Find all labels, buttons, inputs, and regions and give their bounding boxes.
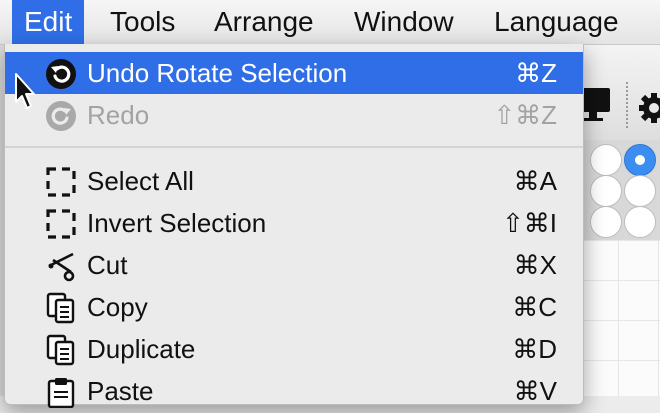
menu-item-undo[interactable]: Undo Rotate Selection ⌘Z bbox=[5, 52, 583, 94]
color-swatch[interactable] bbox=[590, 175, 622, 207]
menu-language[interactable]: Language bbox=[482, 0, 631, 44]
shortcut: ⌘C bbox=[512, 292, 557, 322]
edit-menu-dropdown: Undo Rotate Selection ⌘Z Redo ⇧⌘Z Select… bbox=[4, 44, 584, 409]
redo-icon bbox=[45, 100, 77, 132]
color-swatch[interactable] bbox=[590, 206, 622, 238]
toolbar-separator bbox=[626, 82, 628, 128]
shortcut: ⌘Z bbox=[515, 58, 557, 88]
menu-item-duplicate[interactable]: Duplicate ⌘D bbox=[5, 328, 583, 370]
shortcut: ⌘D bbox=[512, 334, 557, 364]
menu-item-label: Cut bbox=[87, 250, 128, 280]
menu-separator bbox=[5, 146, 583, 148]
canvas-area[interactable] bbox=[578, 240, 660, 396]
paste-icon bbox=[45, 376, 77, 409]
menu-item-label: Select All bbox=[87, 166, 194, 196]
menu-item-redo[interactable]: Redo ⇧⌘Z bbox=[5, 94, 583, 136]
menu-item-invert-selection[interactable]: Invert Selection ⇧⌘I bbox=[5, 202, 583, 244]
select-all-icon bbox=[45, 166, 77, 198]
shortcut: ⌘A bbox=[513, 166, 557, 196]
menu-edit[interactable]: Edit bbox=[12, 0, 85, 44]
menu-item-copy[interactable]: Copy ⌘C bbox=[5, 286, 583, 328]
menu-item-label: Paste bbox=[87, 376, 154, 406]
menu-bar: Edit Tools Arrange Window Language bbox=[0, 0, 660, 45]
undo-icon bbox=[45, 58, 77, 90]
menu-arrange[interactable]: Arrange bbox=[202, 0, 326, 44]
scissors-icon bbox=[45, 250, 77, 282]
menu-item-label: Duplicate bbox=[87, 334, 196, 364]
menu-item-label: Undo Rotate Selection bbox=[87, 58, 348, 88]
color-swatch[interactable] bbox=[624, 175, 656, 207]
shortcut: ⌘V bbox=[513, 376, 557, 406]
color-swatch[interactable] bbox=[624, 206, 656, 238]
menu-item-label: Copy bbox=[87, 292, 148, 322]
menu-window[interactable]: Window bbox=[342, 0, 466, 44]
color-swatch[interactable] bbox=[590, 144, 622, 176]
invert-selection-icon bbox=[45, 208, 77, 240]
menu-item-cut[interactable]: Cut ⌘X bbox=[5, 244, 583, 286]
gear-icon[interactable] bbox=[638, 92, 660, 129]
mouse-cursor-icon bbox=[14, 72, 38, 117]
menu-item-select-all[interactable]: Select All ⌘A bbox=[5, 160, 583, 202]
menu-item-label: Invert Selection bbox=[87, 208, 267, 238]
menu-item-label: Redo bbox=[87, 100, 150, 130]
shortcut: ⇧⌘Z bbox=[493, 100, 557, 130]
color-swatch-selected[interactable] bbox=[624, 144, 656, 176]
duplicate-icon bbox=[45, 334, 77, 366]
menu-tools[interactable]: Tools bbox=[98, 0, 187, 44]
menu-item-paste[interactable]: Paste ⌘V bbox=[5, 370, 583, 412]
shortcut: ⇧⌘I bbox=[501, 208, 557, 238]
copy-icon bbox=[45, 292, 77, 324]
color-palette bbox=[578, 140, 660, 240]
shortcut: ⌘X bbox=[513, 250, 557, 280]
